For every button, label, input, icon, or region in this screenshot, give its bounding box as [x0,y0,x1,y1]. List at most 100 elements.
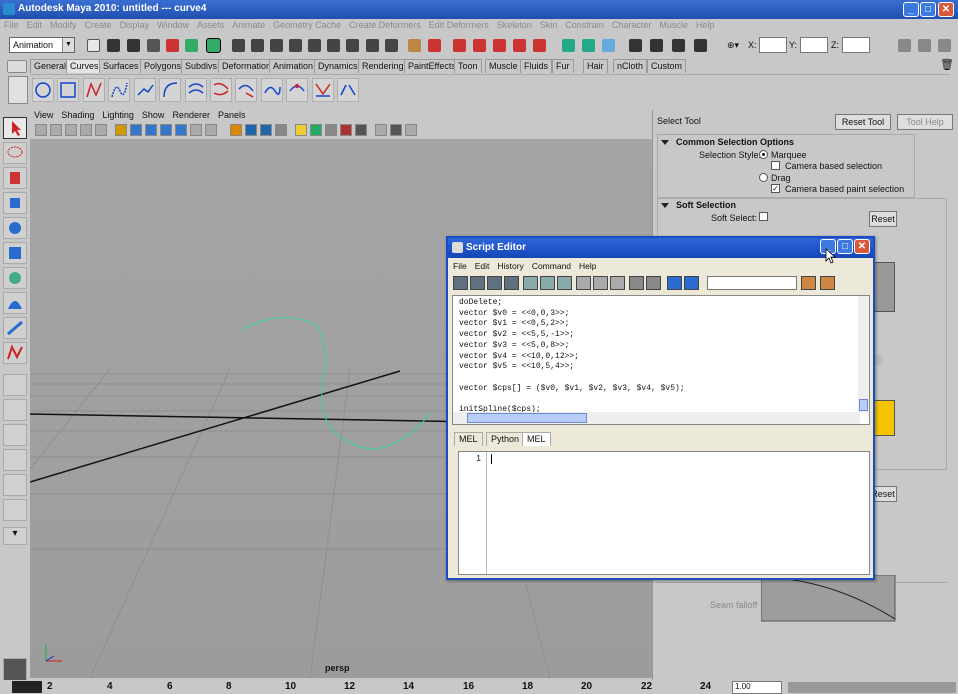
input-ops-icon[interactable] [562,39,575,52]
shelf-tab-fluids[interactable]: Fluids [520,59,553,73]
reverse-curve-icon[interactable] [235,78,257,102]
current-frame-field[interactable]: 1.00 [732,681,782,694]
shelf-tab-rendering[interactable]: Rendering [358,59,408,73]
xray-icon[interactable] [390,124,402,136]
find-previous-icon[interactable] [820,276,835,290]
select-tool-icon[interactable] [3,117,27,139]
open-scene-icon[interactable] [107,39,120,52]
drag-radio[interactable] [759,173,768,182]
snap-to-curves-icon[interactable] [473,39,486,52]
panel-menu-show[interactable]: Show [138,110,169,120]
open-script-icon[interactable] [453,276,468,290]
show-history-icon[interactable] [576,276,591,290]
reset-tool-button[interactable]: Reset Tool [835,114,891,130]
wireframe-on-shaded-icon[interactable] [260,124,272,136]
menu-create[interactable]: Create [81,19,116,30]
menu-modify[interactable]: Modify [46,19,81,30]
common-selection-heading[interactable]: Common Selection Options [676,137,794,147]
field-chart-icon[interactable] [175,124,187,136]
gate-mask-icon[interactable] [160,124,172,136]
tab-python[interactable]: Python [486,432,525,446]
collapse-triangle-icon[interactable] [661,140,669,145]
trash-icon[interactable]: 🗑 [940,58,954,71]
script-menu-history[interactable]: History [492,259,526,271]
smooth-shade-icon[interactable] [245,124,257,136]
shelf-tab-muscle[interactable]: Muscle [485,59,522,73]
script-close-button[interactable]: ✕ [854,239,870,254]
source-script-icon[interactable] [470,276,485,290]
four-view-layout-icon[interactable] [3,399,27,421]
render-current-icon[interactable] [650,39,663,52]
menu-character[interactable]: Character [608,19,656,30]
y-field[interactable] [800,37,828,53]
shelf-tab-animation[interactable]: Animation [269,59,318,73]
snap-to-view-planes-icon[interactable] [513,39,526,52]
menu-create-deformers[interactable]: Create Deformers [345,19,425,30]
history-hscroll-thumb[interactable] [467,413,587,423]
persp-hypershade-layout-icon[interactable] [3,474,27,496]
cv-curve-tool-icon[interactable] [83,78,105,102]
grid-toggle-icon[interactable] [115,124,127,136]
render-settings-icon[interactable] [694,39,707,52]
tool-help-button[interactable]: Tool Help [897,114,953,130]
shelf-tab-painteffects[interactable]: PaintEffects [404,59,460,73]
menu-constrain[interactable]: Constrain [561,19,608,30]
clear-input-icon[interactable] [540,276,555,290]
save-to-shelf-icon[interactable] [504,276,519,290]
shelf-menu-icon[interactable] [7,60,27,73]
history-vscroll-thumb[interactable] [859,399,868,411]
shelf-tab-polygons[interactable]: Polygons [140,59,186,73]
soft-mod-tool-icon[interactable] [3,292,27,314]
persp-outliner-layout-icon[interactable] [3,424,27,446]
pick-joint-icon[interactable] [346,39,359,52]
select-object-icon[interactable] [166,39,179,52]
shadows-icon[interactable] [310,124,322,136]
use-all-lights-icon[interactable] [295,124,307,136]
maximize-button[interactable]: □ [920,2,936,17]
lock-selection-icon[interactable] [408,39,421,52]
z-field[interactable] [842,37,870,53]
pick-misc-icon[interactable] [366,39,379,52]
echo-commands-icon[interactable] [629,276,644,290]
circle-curve-icon[interactable] [32,78,54,102]
persp-graph-layout-icon[interactable] [3,449,27,471]
snap-to-grids-icon[interactable] [453,39,466,52]
motion-blur-icon[interactable] [340,124,352,136]
pencil-curve-icon[interactable] [134,78,156,102]
marquee-radio[interactable] [759,150,768,159]
menu-assets[interactable]: Assets [193,19,228,30]
pick-deformer-icon[interactable] [327,39,340,52]
script-maximize-button[interactable]: □ [837,239,853,254]
show-input-icon[interactable] [593,276,608,290]
collapse-triangle-icon[interactable] [661,203,669,208]
panel-menu-lighting[interactable]: Lighting [98,110,138,120]
menu-edit[interactable]: Edit [23,19,47,30]
last-tool-curve-icon[interactable] [3,342,27,364]
history-vertical-scrollbar[interactable] [858,296,869,413]
construction-history-icon[interactable] [602,39,615,52]
square-curve-icon[interactable] [57,78,79,102]
pick-surface-icon[interactable] [308,39,321,52]
wireframe-icon[interactable] [230,124,242,136]
shelf-tab-custom[interactable]: Custom [647,59,687,73]
lasso-tool-icon[interactable] [3,142,27,164]
pick-unknown-icon[interactable] [385,39,398,52]
falloff-curve-graph[interactable] [873,262,895,312]
menu-display[interactable]: Display [116,19,154,30]
script-menu-edit[interactable]: Edit [470,259,493,271]
anti-aliasing-icon[interactable] [355,124,367,136]
playback-controls[interactable] [788,682,956,693]
tab-mel[interactable]: MEL [454,432,483,446]
safe-action-icon[interactable] [190,124,202,136]
menu-help[interactable]: Help [692,19,719,30]
execute-selected-icon[interactable] [684,276,699,290]
script-menu-command[interactable]: Command [527,259,574,271]
shelf-tab-hair[interactable]: Hair [583,59,608,73]
panel-menu-shading[interactable]: Shading [57,110,98,120]
menu-skin[interactable]: Skin [536,19,562,30]
move-tool-icon[interactable] [3,192,27,214]
clear-history-icon[interactable] [523,276,538,290]
new-scene-icon[interactable] [87,39,100,52]
input-mode-icon[interactable]: ⊕▾ [727,40,739,51]
ipr-render-icon[interactable] [672,39,685,52]
